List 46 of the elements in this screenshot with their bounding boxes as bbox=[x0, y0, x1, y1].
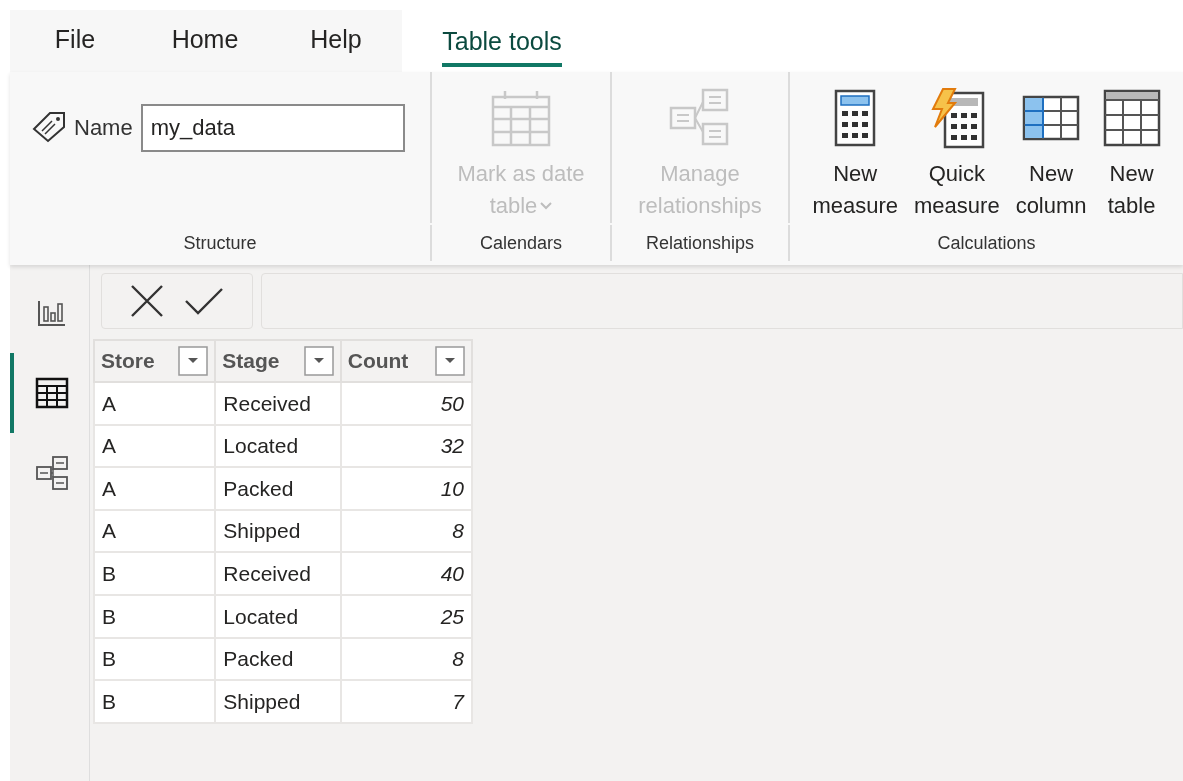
group-label: Relationships bbox=[645, 231, 755, 255]
chevron-icon bbox=[540, 202, 553, 210]
table-cell: 50 bbox=[340, 382, 472, 425]
table-icon bbox=[34, 377, 69, 409]
check-icon[interactable] bbox=[184, 287, 224, 315]
column-button[interactable]: New column bbox=[1011, 86, 1091, 222]
table-cell: 40 bbox=[340, 552, 472, 595]
calendar-icon bbox=[491, 89, 551, 147]
measure-button[interactable]: New measure bbox=[808, 86, 903, 222]
dropdown-icon[interactable] bbox=[435, 346, 465, 376]
table-button[interactable]: New table bbox=[1098, 86, 1165, 222]
table-cell: B bbox=[94, 594, 216, 638]
close-icon[interactable] bbox=[130, 284, 164, 318]
table-cell: B bbox=[94, 680, 216, 723]
column-header[interactable]: Stage bbox=[215, 340, 341, 382]
table-cell: Received bbox=[215, 382, 341, 425]
table-cell: Shipped bbox=[215, 680, 341, 723]
name-field[interactable]: my_data bbox=[140, 104, 405, 152]
diagram-icon bbox=[34, 455, 69, 491]
diagram-icon bbox=[669, 88, 731, 148]
table-cell: 10 bbox=[340, 467, 472, 510]
table-cell: 7 bbox=[340, 680, 472, 723]
column-header[interactable]: Count bbox=[340, 340, 472, 382]
group-label: Calculations bbox=[937, 231, 1036, 255]
table-cell: Received bbox=[215, 552, 341, 595]
group-label: Structure bbox=[183, 231, 257, 255]
table-cell: Packed bbox=[215, 467, 341, 510]
table-cell: 25 bbox=[340, 594, 472, 638]
column-header[interactable]: Store bbox=[94, 340, 216, 382]
table-cell: A bbox=[94, 382, 216, 425]
bar-chart-icon bbox=[36, 299, 67, 327]
ribbon-tab[interactable]: Home bbox=[140, 10, 270, 72]
dropdown-icon[interactable] bbox=[303, 346, 334, 376]
table-icon bbox=[1102, 89, 1161, 147]
tag-icon bbox=[32, 111, 66, 143]
name-label: Name bbox=[74, 113, 133, 142]
table-cell: A bbox=[94, 467, 216, 510]
table-icon bbox=[1022, 95, 1081, 141]
dropdown-icon[interactable] bbox=[178, 346, 209, 376]
group-label: Calendars bbox=[479, 231, 562, 255]
table-cell: Located bbox=[215, 594, 341, 638]
quick-measure-button[interactable]: Quick measure bbox=[910, 86, 1004, 222]
ribbon-tab[interactable]: File bbox=[10, 10, 140, 72]
ribbon-tab[interactable]: Help bbox=[270, 10, 402, 72]
table-cell: B bbox=[94, 552, 216, 595]
calculator-icon bbox=[834, 89, 877, 147]
